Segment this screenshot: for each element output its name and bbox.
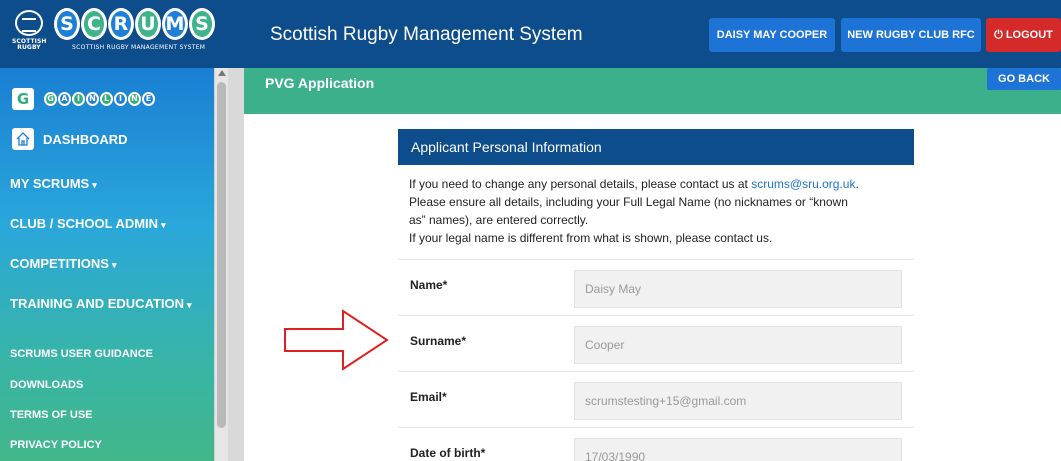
scrums-wordmark: S C R U M S <box>54 8 215 40</box>
surname-field[interactable]: Cooper <box>574 326 902 364</box>
sidebar-item-label: DASHBOARD <box>43 131 128 147</box>
sidebar-item-label: CLUB / SCHOOL ADMIN <box>10 216 159 231</box>
sidebar-item-dashboard[interactable]: DASHBOARD <box>12 128 128 150</box>
logo-letter: C <box>81 8 107 40</box>
form-row-name: Name* Daisy May <box>398 259 914 315</box>
content-header: PVG Application GO BACK <box>244 68 1061 114</box>
gainline-letter: I <box>72 92 85 106</box>
field-label: Email* <box>410 390 447 404</box>
caret-down-icon: ▾ <box>161 220 166 230</box>
logo-letter: R <box>108 8 134 40</box>
club-button[interactable]: NEW RUGBY CLUB RFC <box>841 18 981 52</box>
sidebar-item-label: COMPETITIONS <box>10 256 109 271</box>
sidebar-item-my-scrums[interactable]: MY SCRUMS ▾ <box>10 176 97 191</box>
intro-line: as” names), are entered correctly. <box>409 213 589 227</box>
house-icon <box>12 128 34 150</box>
scroll-thumb[interactable] <box>217 82 226 428</box>
sidebar-link-terms[interactable]: TERMS OF USE <box>10 409 93 421</box>
intro-text-part: If you need to change any personal detai… <box>409 177 752 191</box>
sidebar-link-user-guidance[interactable]: SCRUMS USER GUIDANCE <box>10 348 153 360</box>
sidebar-item-label: MY SCRUMS <box>10 176 90 191</box>
gainline-letter: E <box>142 92 155 106</box>
top-navbar: SCOTTISH RUGBY S C R U M S SCOTTISH RUGB… <box>0 0 1061 68</box>
intro-line: If your legal name is different from wha… <box>409 231 773 245</box>
scrums-logo[interactable]: SCOTTISH RUGBY S C R U M S SCOTTISH RUGB… <box>6 8 228 60</box>
field-label: Name* <box>410 278 448 292</box>
intro-line: If you need to change any personal detai… <box>409 175 909 193</box>
sidebar-item-competitions[interactable]: COMPETITIONS ▾ <box>10 256 116 271</box>
logout-label: LOGOUT <box>1005 29 1053 41</box>
gainline-g-icon: G <box>12 88 34 110</box>
gainline-letter: N <box>128 92 141 106</box>
logo-letter: M <box>162 8 188 40</box>
field-label: Surname* <box>410 334 467 348</box>
caret-down-icon: ▾ <box>187 300 192 310</box>
scottish-rugby-crest-icon: SCOTTISH RUGBY <box>12 10 46 56</box>
field-label: Date of birth* <box>410 446 486 460</box>
annotation-arrow-icon <box>284 309 389 371</box>
intro-text-part: . <box>855 177 859 191</box>
intro-text: If you need to change any personal detai… <box>409 175 909 247</box>
name-field[interactable]: Daisy May <box>574 270 902 308</box>
sidebar-item-training-education[interactable]: TRAINING AND EDUCATION ▾ <box>10 296 192 311</box>
logo-letter: S <box>189 8 215 40</box>
gainline-letter: L <box>100 92 113 106</box>
form-row-surname: Surname* Cooper <box>398 315 914 371</box>
logo-letter: U <box>135 8 161 40</box>
gainline-letter: A <box>58 92 71 106</box>
caret-down-icon: ▾ <box>111 260 117 270</box>
sidebar: G G A I N L I N E DASHBOARD MY SCRUMS ▾ C… <box>0 68 214 461</box>
form-row-email: Email* scrumstesting+15@gmail.com <box>398 371 914 427</box>
dob-field[interactable]: 17/03/1990 <box>574 438 902 461</box>
sidebar-link-privacy[interactable]: PRIVACY POLICY <box>10 439 102 451</box>
form-row-dob: Date of birth* 17/03/1990 <box>398 427 914 461</box>
power-icon: ⏻ <box>994 28 1003 41</box>
caret-down-icon: ▾ <box>92 180 97 190</box>
logout-button[interactable]: ⏻ LOGOUT <box>986 18 1061 52</box>
email-field[interactable]: scrumstesting+15@gmail.com <box>574 382 902 420</box>
logo-subtitle: SCOTTISH RUGBY MANAGEMENT SYSTEM <box>72 44 206 51</box>
gainline-letter: N <box>86 92 99 106</box>
contact-email-link[interactable]: scrums@sru.org.uk <box>751 177 855 191</box>
logo-letter: S <box>54 8 80 40</box>
gainline-letter: I <box>114 92 127 106</box>
app-title: Scottish Rugby Management System <box>270 24 583 45</box>
gainline-wordmark: G A I N L I N E <box>44 92 156 106</box>
page-title: PVG Application <box>265 75 375 91</box>
content-gutter <box>228 68 244 461</box>
gainline-letter: G <box>44 92 57 106</box>
sidebar-item-club-school-admin[interactable]: CLUB / SCHOOL ADMIN ▾ <box>10 216 166 231</box>
panel-title: Applicant Personal Information <box>398 129 914 165</box>
intro-line: Please ensure all details, including you… <box>409 195 848 209</box>
user-button[interactable]: DAISY MAY COOPER <box>709 18 835 52</box>
gainline-link[interactable]: G G A I N L I N E <box>12 88 156 110</box>
sidebar-scrollbar[interactable] <box>214 68 228 461</box>
crest-text: SCOTTISH RUGBY <box>12 38 47 51</box>
sidebar-item-label: TRAINING AND EDUCATION <box>10 296 185 311</box>
sidebar-link-downloads[interactable]: DOWNLOADS <box>10 379 83 391</box>
scroll-up-arrow-icon[interactable] <box>218 70 226 76</box>
go-back-button[interactable]: GO BACK <box>987 68 1061 90</box>
